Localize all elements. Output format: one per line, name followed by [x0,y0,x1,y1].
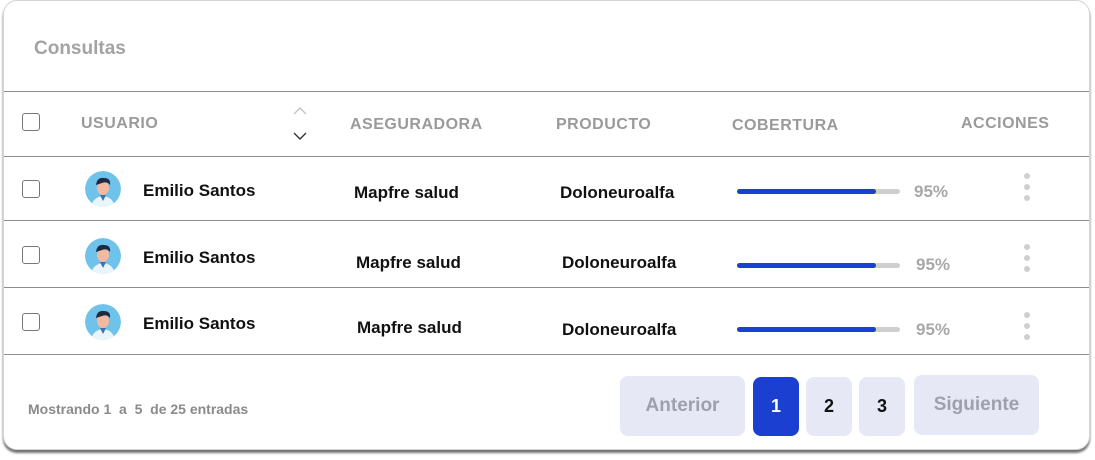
column-header-acciones: ACCIONES [961,115,1050,132]
divider [4,287,1089,288]
row-checkbox[interactable] [22,313,40,331]
coverage-percent: 95% [916,320,951,339]
row-checkbox[interactable] [22,180,40,198]
user-name: Emilio Santos [143,181,256,200]
page-2-button[interactable]: 2 [806,377,852,436]
consultas-table-card: Consultas USUARIO ASEGURADORA PRODUCTO C… [3,0,1090,450]
page-title: Consultas [34,38,126,59]
coverage-bar-fill [737,327,876,332]
more-actions-icon[interactable] [1023,312,1031,342]
previous-page-button[interactable]: Anterior [620,376,745,436]
producto-cell: Doloneuroalfa [562,320,677,339]
coverage-percent: 95% [914,182,949,201]
divider [4,156,1089,157]
avatar [85,171,121,207]
avatar [85,238,121,274]
column-header-producto: PRODUCTO [556,116,652,133]
coverage-bar [737,263,900,268]
entries-summary: Mostrando 1 a 5 de 25 entradas [28,401,249,417]
producto-cell: Doloneuroalfa [560,183,675,202]
coverage-bar [737,327,900,332]
row-checkbox[interactable] [22,246,40,264]
coverage-bar-fill [737,189,876,194]
divider [4,220,1089,221]
divider [4,354,1089,355]
more-actions-icon[interactable] [1023,244,1031,274]
column-header-cobertura: COBERTURA [732,117,839,134]
aseguradora-cell: Mapfre salud [356,253,461,272]
producto-cell: Doloneuroalfa [562,253,677,272]
user-name: Emilio Santos [143,314,256,333]
column-header-aseguradora: ASEGURADORA [350,116,483,133]
select-all-checkbox[interactable] [22,113,40,131]
aseguradora-cell: Mapfre salud [357,318,462,337]
avatar [85,304,121,340]
column-header-usuario[interactable]: USUARIO [81,115,158,133]
page-1-button[interactable]: 1 [753,377,799,436]
coverage-bar [737,189,900,194]
user-name: Emilio Santos [143,248,256,267]
page-3-button[interactable]: 3 [859,377,905,436]
coverage-percent: 95% [916,255,951,274]
more-actions-icon[interactable] [1023,173,1031,203]
coverage-bar-fill [737,263,876,268]
divider [4,91,1089,92]
next-page-button[interactable]: Siguiente [914,375,1039,435]
sort-icon[interactable] [292,104,308,144]
aseguradora-cell: Mapfre salud [354,183,459,202]
